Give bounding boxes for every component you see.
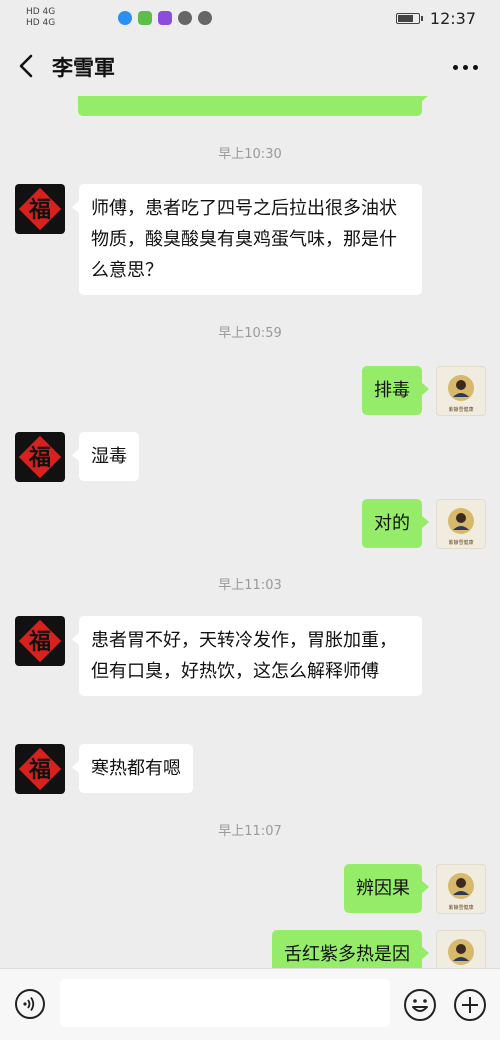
svg-text:福: 福 (28, 445, 51, 471)
signal-indicators: HD 4G HD 4G (26, 7, 55, 29)
message-bubble[interactable]: 对的 (362, 499, 429, 548)
clock: 12:37 (429, 9, 476, 28)
status-bar: HD 4G HD 4G 12:37 (0, 0, 500, 38)
message-bubble[interactable]: 排毒 (362, 366, 429, 415)
message-bubble[interactable]: 寒热都有嗯 (72, 744, 193, 793)
chevron-left-icon[interactable] (14, 52, 40, 80)
contact-avatar[interactable]: 福 (15, 184, 65, 234)
voice-icon[interactable] (14, 988, 46, 1020)
notification-icons (118, 11, 212, 25)
wechat-icon (178, 11, 192, 25)
timestamp: 早上10:30 (218, 147, 282, 162)
message-bubble[interactable]: 辨因果 (344, 864, 429, 913)
svg-text:紫静雪健康: 紫静雪健康 (448, 539, 473, 546)
timestamp: 早上11:07 (218, 824, 282, 839)
message-bubble[interactable]: 舌红紫多热是因 (272, 930, 429, 968)
avatar-caption: 紫静雪健康 (448, 406, 473, 413)
browser-icon (118, 11, 132, 25)
svg-text:紫静雪健康: 紫静雪健康 (448, 904, 473, 911)
plus-icon[interactable] (453, 988, 487, 1022)
svg-text:福: 福 (28, 629, 51, 655)
chat-title: 李雪軍 (52, 56, 115, 80)
message-input[interactable] (60, 979, 390, 1027)
user-avatar[interactable]: 紫静雪健康 (436, 366, 486, 416)
fu-character: 福 (28, 197, 51, 223)
contact-avatar[interactable]: 福 (15, 744, 65, 794)
timestamp: 早上11:03 (218, 578, 282, 593)
sim2-signal: HD 4G (26, 18, 56, 28)
contact-avatar[interactable]: 福 (15, 616, 65, 666)
user-avatar[interactable]: 紫静雪健康 (436, 864, 486, 914)
svg-text:福: 福 (28, 757, 51, 783)
more-dots-icon[interactable] (453, 65, 478, 70)
user-avatar[interactable]: 紫静雪健康 (436, 930, 486, 968)
message-bubble[interactable] (78, 96, 429, 116)
app-icon (138, 11, 152, 25)
message-bubble[interactable]: 湿毒 (72, 432, 139, 481)
sim1-signal: HD 4G (26, 7, 56, 17)
contact-avatar[interactable]: 福 (15, 432, 65, 482)
user-avatar[interactable]: 紫静雪健康 (436, 499, 486, 549)
input-bar (0, 968, 500, 1040)
message-icon (198, 11, 212, 25)
message-bubble[interactable]: 患者胃不好，天转冷发作，胃胀加重，但有口臭，好热饮，这怎么解释师傅 (72, 616, 422, 696)
battery-icon (395, 13, 423, 24)
emoji-icon[interactable] (403, 988, 437, 1022)
message-list[interactable]: 早上10:30 福 师傅，患者吃了四号之后拉出很多油状物质，酸臭酸臭有臭鸡蛋气味… (0, 96, 500, 968)
timestamp: 早上10:59 (218, 326, 282, 341)
chat-header: 李雪軍 (0, 38, 500, 96)
video-app-icon (158, 11, 172, 25)
message-bubble[interactable]: 师傅，患者吃了四号之后拉出很多油状物质，酸臭酸臭有臭鸡蛋气味，那是什么意思？ (72, 184, 422, 295)
